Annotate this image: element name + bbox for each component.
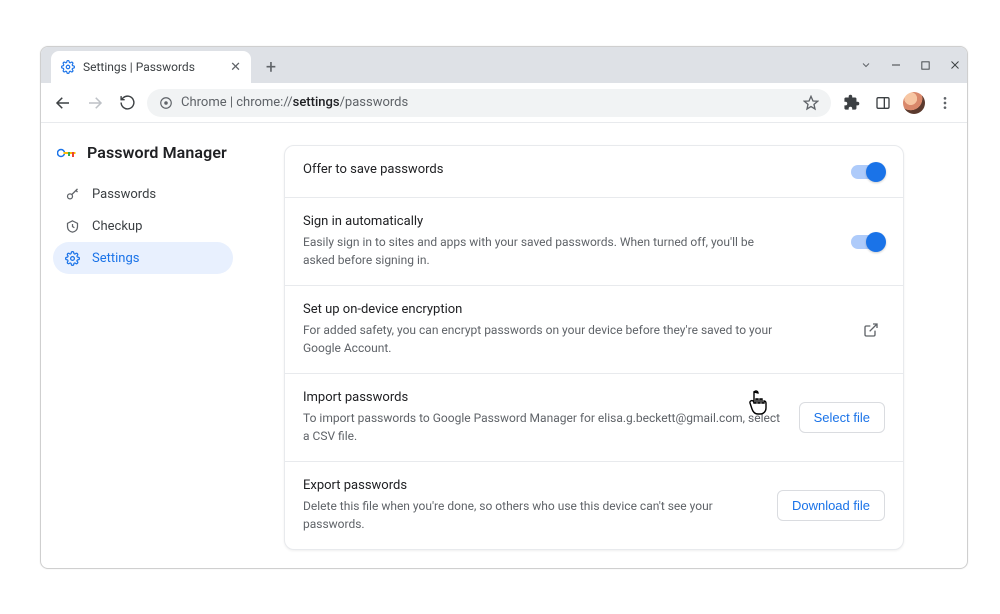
sidebar-item-label: Passwords: [92, 187, 156, 202]
key-icon: [65, 187, 80, 202]
close-window-button[interactable]: [949, 59, 961, 71]
maximize-button[interactable]: [920, 60, 931, 71]
row-description: Delete this file when you're done, so ot…: [303, 497, 761, 533]
row-auto-signin: Sign in automatically Easily sign in to …: [285, 198, 903, 286]
titlebar: Settings | Passwords ✕ +: [41, 47, 967, 83]
row-title: Export passwords: [303, 478, 761, 493]
sidebar-item-passwords[interactable]: Passwords: [53, 178, 233, 210]
row-offer-save: Offer to save passwords: [285, 146, 903, 198]
reload-button[interactable]: [115, 91, 139, 115]
close-tab-icon[interactable]: ✕: [230, 60, 241, 75]
window-controls: [860, 47, 961, 83]
site-info-icon[interactable]: [159, 96, 173, 110]
page-header: Password Manager: [57, 143, 229, 162]
bookmark-star-icon[interactable]: [803, 95, 819, 111]
sidebar-item-checkup[interactable]: Checkup: [53, 210, 233, 242]
password-manager-logo: [57, 147, 77, 159]
row-description: To import passwords to Google Password M…: [303, 409, 783, 445]
toggle-auto-signin[interactable]: [851, 235, 885, 249]
toolbar: Chrome | chrome://settings/passwords: [41, 83, 967, 123]
page-content: Password Manager Passwords Checkup Setti…: [41, 123, 967, 568]
row-import: Import passwords To import passwords to …: [285, 374, 903, 462]
launch-icon[interactable]: [857, 316, 885, 344]
address-bar[interactable]: Chrome | chrome://settings/passwords: [147, 89, 831, 117]
active-tab[interactable]: Settings | Passwords ✕: [51, 51, 251, 83]
row-export: Export passwords Delete this file when y…: [285, 462, 903, 549]
row-description: Easily sign in to sites and apps with yo…: [303, 233, 783, 269]
gear-icon: [61, 60, 75, 74]
checkup-icon: [65, 219, 80, 234]
row-title: Offer to save passwords: [303, 162, 835, 177]
row-encryption[interactable]: Set up on-device encryption For added sa…: [285, 286, 903, 374]
chevron-down-icon[interactable]: [860, 59, 872, 71]
back-button[interactable]: [51, 91, 75, 115]
sidebar-item-label: Checkup: [92, 219, 142, 234]
browser-window: Settings | Passwords ✕ + Chrome | chrome…: [40, 46, 968, 569]
toggle-offer-save[interactable]: [851, 165, 885, 179]
page-title: Password Manager: [87, 143, 227, 162]
main-panel: Offer to save passwords Sign in automati…: [241, 123, 967, 568]
minimize-button[interactable]: [890, 59, 902, 71]
new-tab-button[interactable]: +: [257, 53, 285, 81]
forward-button: [83, 91, 107, 115]
extensions-icon[interactable]: [839, 91, 863, 115]
row-title: Sign in automatically: [303, 214, 835, 229]
sidebar-item-settings[interactable]: Settings: [53, 242, 233, 274]
url-text: Chrome | chrome://settings/passwords: [181, 95, 408, 110]
download-file-button[interactable]: Download file: [777, 490, 885, 521]
row-title: Set up on-device encryption: [303, 302, 841, 317]
menu-icon[interactable]: [933, 91, 957, 115]
sidebar: Password Manager Passwords Checkup Setti…: [41, 123, 241, 568]
settings-card: Offer to save passwords Sign in automati…: [284, 145, 904, 550]
row-title: Import passwords: [303, 390, 783, 405]
select-file-button[interactable]: Select file: [799, 402, 885, 433]
profile-avatar[interactable]: [903, 92, 925, 114]
side-panel-icon[interactable]: [871, 91, 895, 115]
row-description: For added safety, you can encrypt passwo…: [303, 321, 783, 357]
sidebar-item-label: Settings: [92, 251, 139, 266]
tab-title: Settings | Passwords: [83, 60, 195, 74]
gear-icon: [65, 251, 80, 266]
